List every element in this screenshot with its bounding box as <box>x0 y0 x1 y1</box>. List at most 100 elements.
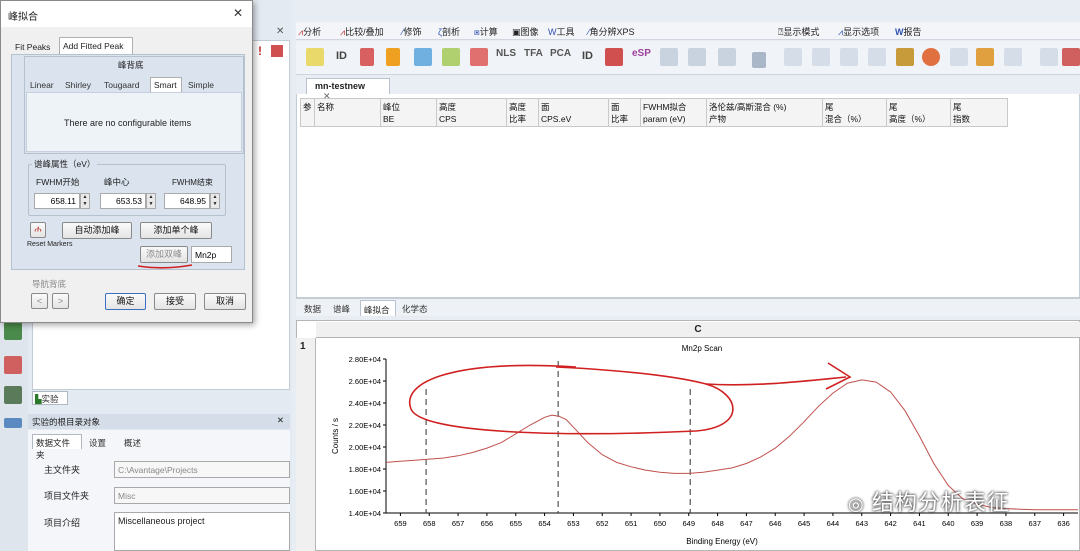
toolbar-icon-6[interactable] <box>442 48 460 66</box>
toolbar-icon-14[interactable] <box>660 48 678 66</box>
toolbar-icon-3[interactable] <box>360 48 374 66</box>
tab-data-folder[interactable]: 数据文件夹 <box>32 434 82 460</box>
toolbar-icon-28[interactable] <box>1062 48 1080 66</box>
toolbar-pca-icon[interactable]: PCA <box>550 48 571 59</box>
main-folder-field[interactable] <box>114 461 290 478</box>
col-header-10[interactable]: 尾 高度（%） <box>887 99 951 127</box>
tab-chem-state[interactable]: 化学态 <box>402 303 428 315</box>
menu-calculate[interactable]: ⧆计算 <box>474 25 498 38</box>
bg-tab-smart[interactable]: Smart <box>150 77 182 92</box>
tab-data[interactable]: 数据 <box>304 303 321 315</box>
col-header-11[interactable]: 尾 指数 <box>951 99 1007 127</box>
menu-report[interactable]: W报告 <box>895 25 922 38</box>
cancel-button[interactable]: 取消 <box>204 293 246 310</box>
toolbar-icon-12[interactable] <box>605 48 623 66</box>
toolbar-icon-18[interactable] <box>784 48 802 66</box>
rail-icon-4[interactable] <box>4 418 22 428</box>
reset-markers-label: Reset Markers <box>27 241 73 248</box>
bg-tab-linear[interactable]: Linear <box>30 80 54 90</box>
toolbar-icon-7[interactable] <box>470 48 488 66</box>
menu-display-options[interactable]: ⩘显示选项 <box>838 25 879 38</box>
dialog-close-icon[interactable]: ✕ <box>233 6 243 20</box>
reset-markers-button[interactable]: ሐ <box>30 222 46 238</box>
rail-icon-3[interactable] <box>4 386 22 404</box>
add-single-peak-button[interactable]: 添加单个峰 <box>140 222 212 239</box>
x-tick-label: 654 <box>538 519 551 528</box>
bg-tab-tougaard[interactable]: Tougaard <box>104 80 139 90</box>
toolbar-icon-21[interactable] <box>868 48 886 66</box>
col-header-1[interactable]: 名称 <box>315 99 381 127</box>
red-underline-annotation <box>137 264 193 269</box>
toolbar-icon-19[interactable] <box>812 48 830 66</box>
toolbar-id2-icon[interactable]: ID <box>582 50 593 62</box>
bg-tab-simple[interactable]: Simple <box>188 80 214 90</box>
experiment-tab[interactable]: ▙实验 <box>32 391 68 405</box>
rail-icon-1[interactable] <box>4 322 22 340</box>
menu-profile[interactable]: ζ剖析 <box>438 25 460 38</box>
fwhm-start-spinner[interactable]: ▲ ▼ <box>80 193 90 209</box>
nav-next-button[interactable]: > <box>52 293 69 309</box>
accept-button[interactable]: 接受 <box>154 293 196 310</box>
peak-name-field[interactable] <box>191 246 232 263</box>
tab-peak-fit[interactable]: 峰拟合 <box>360 300 396 316</box>
menu-modify[interactable]: ⁄修饰 <box>402 25 422 38</box>
col-header-2[interactable]: 峰位 BE <box>381 99 437 127</box>
toolbar-icon-20[interactable] <box>840 48 858 66</box>
nav-prev-button[interactable]: < <box>31 293 48 309</box>
dialog-tab-add-fitted-peak[interactable]: Add Fitted Peak <box>59 37 133 54</box>
add-doublet-button[interactable]: 添加双峰 <box>140 246 188 263</box>
toolbar-esp-icon[interactable]: eSP <box>632 48 651 59</box>
left-toolbar-icon-2[interactable] <box>271 45 283 57</box>
tab-settings[interactable]: 设置 <box>89 437 106 449</box>
toolbar-icon-22[interactable] <box>896 48 914 66</box>
col-header-3[interactable]: 高度 CPS <box>437 99 507 127</box>
toolbar-icon-1[interactable] <box>306 48 324 66</box>
toolbar-icon-26[interactable] <box>1004 48 1022 66</box>
tab-overview[interactable]: 概述 <box>124 437 141 449</box>
menu-arxps[interactable]: ⁄角分辨XPS <box>588 25 635 38</box>
col-header-4[interactable]: 高度 比率 <box>507 99 539 127</box>
fwhm-start-field[interactable] <box>34 193 80 209</box>
auto-add-peaks-button[interactable]: 自动添加峰 <box>62 222 132 239</box>
menu-compare[interactable]: ⩘比较/叠加 <box>340 25 384 38</box>
left-toolbar-icon-1[interactable]: ! <box>258 44 262 58</box>
dialog-tab-fit-peaks[interactable]: Fit Peaks <box>15 42 50 52</box>
project-folder-field[interactable] <box>114 487 290 504</box>
menu-display-mode[interactable]: ⍰显示模式 <box>778 25 819 38</box>
center-field[interactable] <box>100 193 146 209</box>
properties-close-icon[interactable]: ✕ <box>277 415 284 426</box>
bg-tab-shirley[interactable]: Shirley <box>65 80 91 90</box>
center-spinner[interactable]: ▲ ▼ <box>146 193 156 209</box>
project-desc-field[interactable]: Miscellaneous project <box>114 512 290 551</box>
col-header-5[interactable]: 面 CPS.eV <box>539 99 609 127</box>
menu-tools[interactable]: W工具 <box>548 25 575 38</box>
toolbar-icon-15[interactable] <box>688 48 706 66</box>
toolbar-icon-24[interactable] <box>950 48 968 66</box>
col-header-6[interactable]: 面 比率 <box>609 99 641 127</box>
menu-analysis[interactable]: ⩘分析 <box>298 25 321 38</box>
toolbar-icon-23[interactable] <box>922 48 940 66</box>
toolbar-icon-5[interactable] <box>414 48 432 66</box>
col-header-9[interactable]: 尾 混合（%） <box>823 99 887 127</box>
document-tab[interactable]: mn-testnew ✕ <box>306 78 390 101</box>
tab-peaks[interactable]: 谱峰 <box>333 303 350 315</box>
toolbar-id-icon[interactable]: ID <box>336 50 347 62</box>
ok-button[interactable]: 确定 <box>105 293 146 310</box>
toolbar-nls-icon[interactable]: NLS <box>496 48 516 59</box>
col-header-8[interactable]: 洛伦兹/高斯混合 (%) 产物 <box>707 99 823 127</box>
report-icon: W <box>895 27 904 37</box>
toolbar-icon-16[interactable] <box>718 48 736 66</box>
toolbar-scroll-icon[interactable] <box>752 52 766 68</box>
col-header-7[interactable]: FWHM拟合 param (eV) <box>641 99 707 127</box>
rail-icon-2[interactable] <box>4 356 22 374</box>
toolbar-icon-27[interactable] <box>1040 48 1058 66</box>
left-close-icon[interactable]: ✕ <box>276 26 284 37</box>
toolbar-tfa-icon[interactable]: TFA <box>524 48 543 59</box>
toolbar-icon-4[interactable] <box>386 48 400 66</box>
toolbar-icon-25[interactable] <box>976 48 994 66</box>
col-header-0[interactable]: 参 <box>301 99 315 127</box>
fwhm-end-spinner[interactable]: ▲ ▼ <box>210 193 220 209</box>
menu-image[interactable]: ▣图像 <box>512 25 539 38</box>
xps-chart[interactable]: Mn2p Scan 1.40E+04 1.60E+04 1.80E+04 2.00E+0… <box>316 339 1080 551</box>
fwhm-end-field[interactable] <box>164 193 210 209</box>
